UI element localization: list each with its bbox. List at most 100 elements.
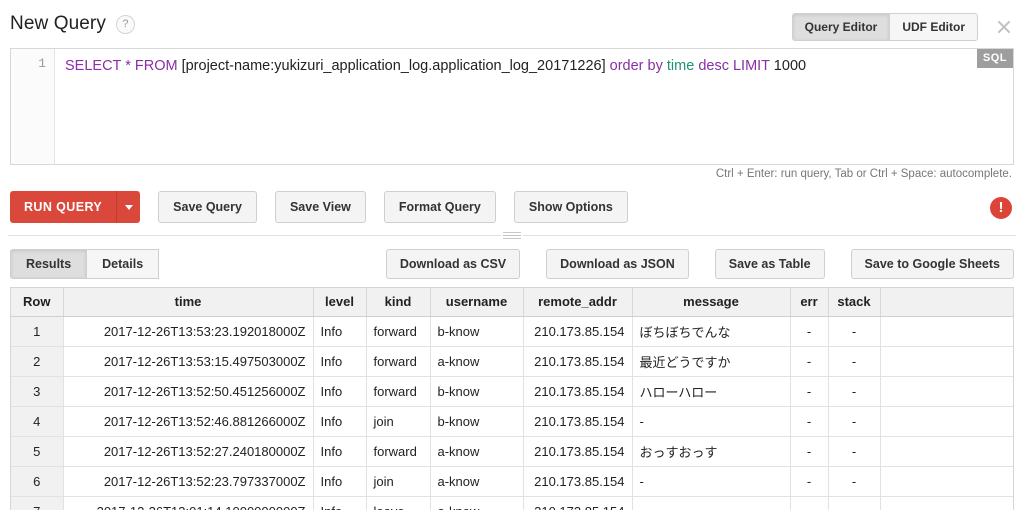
table-row[interactable]: 6 2017-12-26T13:52:23.797337000Z Info join a… <box>11 466 1013 497</box>
column-header-username[interactable]: username <box>430 288 524 317</box>
cell-remote-addr: 210.173.85.154 <box>523 346 633 377</box>
column-header-time[interactable]: time <box>63 288 314 317</box>
cell-stack: - <box>828 436 881 467</box>
cell-remote-addr: 210.173.85.154 <box>523 436 633 467</box>
cell-err: - <box>790 316 829 347</box>
cell-username: a-know <box>430 496 524 510</box>
tab-results[interactable]: Results <box>10 249 87 279</box>
cell-blank <box>880 376 1013 407</box>
page-title: New Query <box>10 13 106 34</box>
column-header-level[interactable]: level <box>313 288 367 317</box>
cell-time: 2017-12-26T13:52:23.797337000Z <box>63 466 314 497</box>
download-as-csv-button[interactable]: Download as CSV <box>385 249 521 279</box>
save-view-button[interactable]: Save View <box>274 191 366 223</box>
query-action-toolbar: RUN QUERY Save Query Save View Format Qu… <box>0 185 1024 229</box>
cell-username: b-know <box>430 406 524 437</box>
table-row[interactable]: 5 2017-12-26T13:52:27.240180000Z Info forwa… <box>11 436 1013 467</box>
cell-time: 2017-12-26T13:52:27.240180000Z <box>63 436 314 467</box>
cell-time: 2017-12-26T13:53:23.192018000Z <box>63 316 314 347</box>
cell-stack: - <box>828 406 881 437</box>
sql-token: time <box>666 58 695 74</box>
tab-details[interactable]: Details <box>86 249 160 279</box>
results-table-body: 1 2017-12-26T13:53:23.192018000Z Info forwa… <box>11 316 1013 510</box>
run-query-button[interactable]: RUN QUERY <box>10 191 117 223</box>
cell-time: 2017-12-26T13:52:50.451256000Z <box>63 376 314 407</box>
column-header-message[interactable]: message <box>632 288 791 317</box>
cell-row: 5 <box>11 436 64 467</box>
cell-err: - <box>790 436 829 467</box>
cell-time: 2017-12-26T13:53:15.497503000Z <box>63 346 314 377</box>
cell-level: Info <box>313 406 367 437</box>
sql-query-text: SELECT * FROM [project-name:yukizuri_app… <box>65 58 806 74</box>
format-query-button[interactable]: Format Query <box>383 191 496 223</box>
results-table: Row time level kind username remote_addr… <box>11 288 1013 510</box>
cell-time: 2017-12-26T13:52:46.881266000Z <box>63 406 314 437</box>
cell-stack: - <box>828 346 881 377</box>
results-toolbar: Results Details Download as CSV Download… <box>0 243 1024 287</box>
cell-username: b-know <box>430 316 524 347</box>
cell-level: Info <box>313 496 367 510</box>
table-header-row: Row time level kind username remote_addr… <box>11 288 1013 317</box>
cell-blank <box>880 436 1013 467</box>
tab-query-editor[interactable]: Query Editor <box>791 13 890 41</box>
table-row[interactable]: 3 2017-12-26T13:52:50.451256000Z Info forwa… <box>11 376 1013 407</box>
show-options-button[interactable]: Show Options <box>513 191 628 223</box>
chevron-down-icon <box>124 204 133 210</box>
cell-err <box>790 496 829 510</box>
cell-kind: forward <box>366 346 431 377</box>
cell-blank <box>880 406 1013 437</box>
cell-row: 1 <box>11 316 64 347</box>
cell-row: 4 <box>11 406 64 437</box>
save-to-google-sheets-button[interactable]: Save to Google Sheets <box>850 249 1014 279</box>
cell-row: 7 <box>11 496 64 510</box>
column-header-row[interactable]: Row <box>11 288 64 317</box>
line-number: 1 <box>38 56 46 71</box>
splitter-grip-handle[interactable] <box>501 230 523 241</box>
cell-err: - <box>790 466 829 497</box>
cell-message <box>632 496 791 510</box>
cell-kind: join <box>366 406 431 437</box>
table-row[interactable]: 2 2017-12-26T13:53:15.497503000Z Info forwa… <box>11 346 1013 377</box>
close-icon[interactable] <box>994 17 1014 37</box>
column-header-blank <box>880 288 1013 317</box>
run-query-dropdown-button[interactable] <box>116 191 141 223</box>
cell-row: 3 <box>11 376 64 407</box>
table-row[interactable]: 1 2017-12-26T13:53:23.192018000Z Info forwa… <box>11 316 1013 347</box>
download-as-json-button[interactable]: Download as JSON <box>546 249 689 279</box>
tab-udf-editor[interactable]: UDF Editor <box>889 13 978 41</box>
panel-resize-splitter[interactable] <box>8 229 1016 243</box>
cell-kind: join <box>366 466 431 497</box>
query-editor[interactable]: 1 SELECT * FROM [project-name:yukizuri_a… <box>10 48 1014 165</box>
save-query-button[interactable]: Save Query <box>158 191 257 223</box>
cell-kind: forward <box>366 376 431 407</box>
save-as-table-button[interactable]: Save as Table <box>714 249 825 279</box>
sql-token: 1000 <box>769 58 807 74</box>
cell-err: - <box>790 346 829 377</box>
column-header-err[interactable]: err <box>790 288 829 317</box>
cell-username: a-know <box>430 436 524 467</box>
table-row[interactable]: 4 2017-12-26T13:52:46.881266000Z Info join b… <box>11 406 1013 437</box>
cell-message: 最近どうですか <box>632 346 791 377</box>
editor-mode-tabs: Query Editor UDF Editor <box>791 13 978 41</box>
cell-blank <box>880 496 1013 510</box>
cell-err: - <box>790 376 829 407</box>
cell-err: - <box>790 406 829 437</box>
cell-kind: leave <box>366 496 431 510</box>
error-icon[interactable]: ! <box>990 197 1012 219</box>
cell-row: 6 <box>11 466 64 497</box>
cell-level: Info <box>313 436 367 467</box>
help-icon[interactable]: ? <box>115 14 135 34</box>
cell-message: - <box>632 406 791 437</box>
cell-username: b-know <box>430 376 524 407</box>
sql-language-badge: SQL <box>976 49 1013 68</box>
table-row[interactable]: 72017-12-26T13:01:14.1000000000ZInfoleav… <box>11 496 1013 510</box>
cell-stack: - <box>828 466 881 497</box>
column-header-kind[interactable]: kind <box>366 288 431 317</box>
column-header-stack[interactable]: stack <box>828 288 881 317</box>
sql-code-area[interactable]: SELECT * FROM [project-name:yukizuri_app… <box>55 49 1013 164</box>
cell-blank <box>880 346 1013 377</box>
cell-message: おっすおっす <box>632 436 791 467</box>
column-header-remote-addr[interactable]: remote_addr <box>523 288 633 317</box>
sql-token: desc <box>698 58 729 74</box>
cell-kind: forward <box>366 436 431 467</box>
